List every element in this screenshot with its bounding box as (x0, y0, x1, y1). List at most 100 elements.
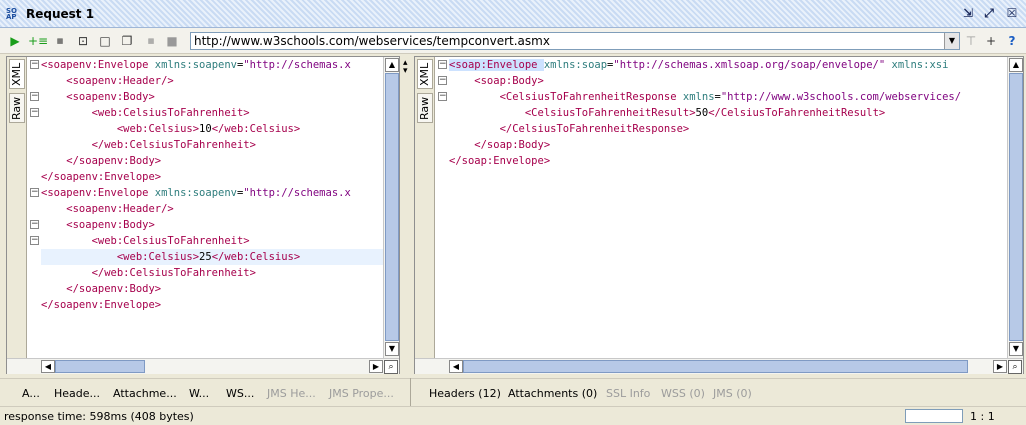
tab-response-raw[interactable]: Raw (417, 93, 433, 123)
help-icon[interactable]: ? (1003, 32, 1021, 50)
fold-toggle-icon[interactable]: − (438, 60, 447, 69)
request-view-tabs: XML Raw (7, 57, 27, 373)
response-vertical-scrollbar[interactable]: ▲ ▼ (1007, 57, 1023, 358)
response-view-tabs: XML Raw (415, 57, 435, 373)
xml-token: xmlns:soapenv (154, 187, 237, 199)
xml-line: <CelsiusToFahrenheitResult>50</CelsiusTo… (449, 105, 1007, 121)
tab-request-xml[interactable]: XML (9, 59, 25, 89)
xml-token: </soapenv:Body> (41, 155, 162, 167)
fold-toggle-icon[interactable]: − (30, 236, 39, 245)
scroll-thumb[interactable] (385, 73, 399, 341)
xml-token: </soapenv:Envelope> (41, 171, 162, 183)
clone-window-icon[interactable]: ❐ (118, 32, 136, 50)
request-vertical-scrollbar[interactable]: ▲ ▼ (383, 57, 399, 358)
xml-line: <soap:Envelope xmlns:soap="http://schema… (449, 57, 1007, 73)
bottom-tab: WSS (0) (661, 387, 705, 400)
cursor-position: 1 : 1 (970, 410, 995, 423)
scroll-right-icon[interactable]: ▶ (369, 360, 383, 373)
xml-line: <web:Celsius>10</web:Celsius> (41, 121, 383, 137)
xml-token: xmlns:soap (543, 59, 608, 71)
xml-line: <web:CelsiusToFahrenheit> (41, 233, 383, 249)
maximize-icon[interactable]: ⤢ (981, 6, 997, 21)
xml-token: <soapenv:Envelope (41, 187, 155, 199)
endpoint-url-input[interactable]: http://www.w3schools.com/webservices/tem… (190, 32, 960, 50)
soap-icon[interactable]: ▦ (142, 32, 160, 50)
xml-token: <web:Celsius> (41, 123, 200, 135)
fold-toggle-icon[interactable]: − (30, 108, 39, 117)
xml-token: <soap:Body> (449, 75, 544, 87)
panel-splitter[interactable]: ▴ ▾ (400, 56, 414, 374)
response-panel: XML Raw − − − <soap:Envelope xmlns:soap="h… (414, 56, 1024, 374)
zoom-icon[interactable]: ⌕ (384, 360, 398, 374)
xml-line: <soapenv:Envelope xmlns:soapenv="http://… (41, 185, 383, 201)
xml-line: <soapenv:Envelope xmlns:soapenv="http://… (41, 57, 383, 73)
bottom-tab[interactable]: W... (189, 387, 209, 400)
create-soap-icon[interactable]: ▦ (51, 32, 69, 50)
xml-token: </soap:Body> (449, 139, 551, 151)
bottom-tab[interactable]: Heade... (54, 387, 100, 400)
bottom-tab[interactable]: Headers (12) (429, 387, 501, 400)
xml-token: <soapenv:Envelope (41, 59, 155, 71)
run-icon[interactable]: ▶ (6, 32, 24, 50)
window-titlebar: SO AP Request 1 ⇲ ⤢ ☒ (0, 0, 1026, 28)
xml-line: </CelsiusToFahrenheitResponse> (449, 121, 1007, 137)
request-panel: XML Raw − − − − − − <soapenv:Envelope xmlns:s… (6, 56, 400, 374)
fold-toggle-icon[interactable]: − (30, 188, 39, 197)
endpoint-dropdown-icon[interactable]: ▼ (944, 33, 959, 49)
fold-toggle-icon[interactable]: − (30, 92, 39, 101)
xml-token: "http://schemas.x (243, 187, 351, 199)
request-horizontal-scrollbar[interactable]: ◀ ▶ ⌕ (7, 358, 399, 374)
scroll-right-icon[interactable]: ▶ (993, 360, 1007, 373)
request-bottom-tabs: A... Heade... Attachme... W... WS... JMS He..… (0, 378, 410, 406)
fold-toggle-icon[interactable]: − (30, 220, 39, 229)
request-fold-gutter: − − − − − − (27, 57, 41, 357)
fold-toggle-icon[interactable]: − (30, 60, 39, 69)
scroll-down-icon[interactable]: ▼ (1009, 342, 1023, 356)
fold-toggle-icon[interactable]: − (438, 76, 447, 85)
scroll-down-icon[interactable]: ▼ (385, 342, 399, 356)
xml-token: "http://www.w3schools.com/webservices/ (720, 91, 962, 103)
scroll-thumb[interactable] (55, 360, 145, 373)
scroll-left-icon[interactable]: ◀ (449, 360, 463, 373)
tab-request-raw[interactable]: Raw (9, 93, 25, 123)
restore-icon[interactable]: ⊡ (74, 32, 92, 50)
scroll-left-icon[interactable]: ◀ (41, 360, 55, 373)
bottom-tab[interactable]: WS... (226, 387, 254, 400)
scroll-thumb[interactable] (463, 360, 968, 373)
xml-line: </soapenv:Body> (41, 281, 383, 297)
xml-token: <soapenv:Body> (41, 91, 155, 103)
xml-token: <soapenv:Header/> (41, 75, 174, 87)
close-icon[interactable]: ☒ (1004, 6, 1020, 21)
splitter-down-icon[interactable]: ▾ (403, 66, 408, 76)
zoom-icon[interactable]: ⌕ (1008, 360, 1022, 374)
detach-icon[interactable]: ⇲ (960, 6, 976, 21)
clone-icon[interactable]: □ (96, 32, 114, 50)
xml-token: <CelsiusToFahrenheitResponse (449, 91, 683, 103)
fold-toggle-icon[interactable]: − (438, 92, 447, 101)
bottom-tab[interactable]: A... (22, 387, 40, 400)
scroll-up-icon[interactable]: ▲ (385, 58, 399, 72)
response-horizontal-scrollbar[interactable]: ◀ ▶ ⌕ (415, 358, 1023, 374)
add-icon[interactable]: + (982, 32, 1000, 50)
tab-response-xml[interactable]: XML (417, 59, 433, 89)
xml-line: <soapenv:Header/> (41, 201, 383, 217)
xml-token: "http://schemas.x (243, 59, 351, 71)
xml-token: xmlns (682, 91, 715, 103)
request-xml-editor[interactable]: <soapenv:Envelope xmlns:soapenv="http://… (41, 57, 383, 357)
xml-line: </soapenv:Body> (41, 153, 383, 169)
bottom-tab[interactable]: Attachme... (113, 387, 177, 400)
add-assertion-icon[interactable]: +≡ (28, 32, 48, 50)
xml-token: xmlns:xsi (885, 59, 949, 71)
xml-line: <CelsiusToFahrenheitResponse xmlns="http… (449, 89, 1007, 105)
scroll-up-icon[interactable]: ▲ (1009, 58, 1023, 72)
window-title: Request 1 (26, 7, 95, 21)
bottom-tab[interactable]: Attachments (0) (508, 387, 597, 400)
xml-token: 50 (695, 107, 709, 119)
bottom-tab: JMS Prope... (329, 387, 394, 400)
tune-icon[interactable]: ⊤ (962, 32, 980, 50)
scroll-thumb[interactable] (1009, 73, 1023, 341)
xml-token: <soapenv:Header/> (41, 203, 174, 215)
xml-token: </web:Celsius> (211, 123, 301, 135)
stop-icon[interactable]: ■ (163, 32, 181, 50)
response-xml-editor[interactable]: <soap:Envelope xmlns:soap="http://schema… (449, 57, 1007, 357)
